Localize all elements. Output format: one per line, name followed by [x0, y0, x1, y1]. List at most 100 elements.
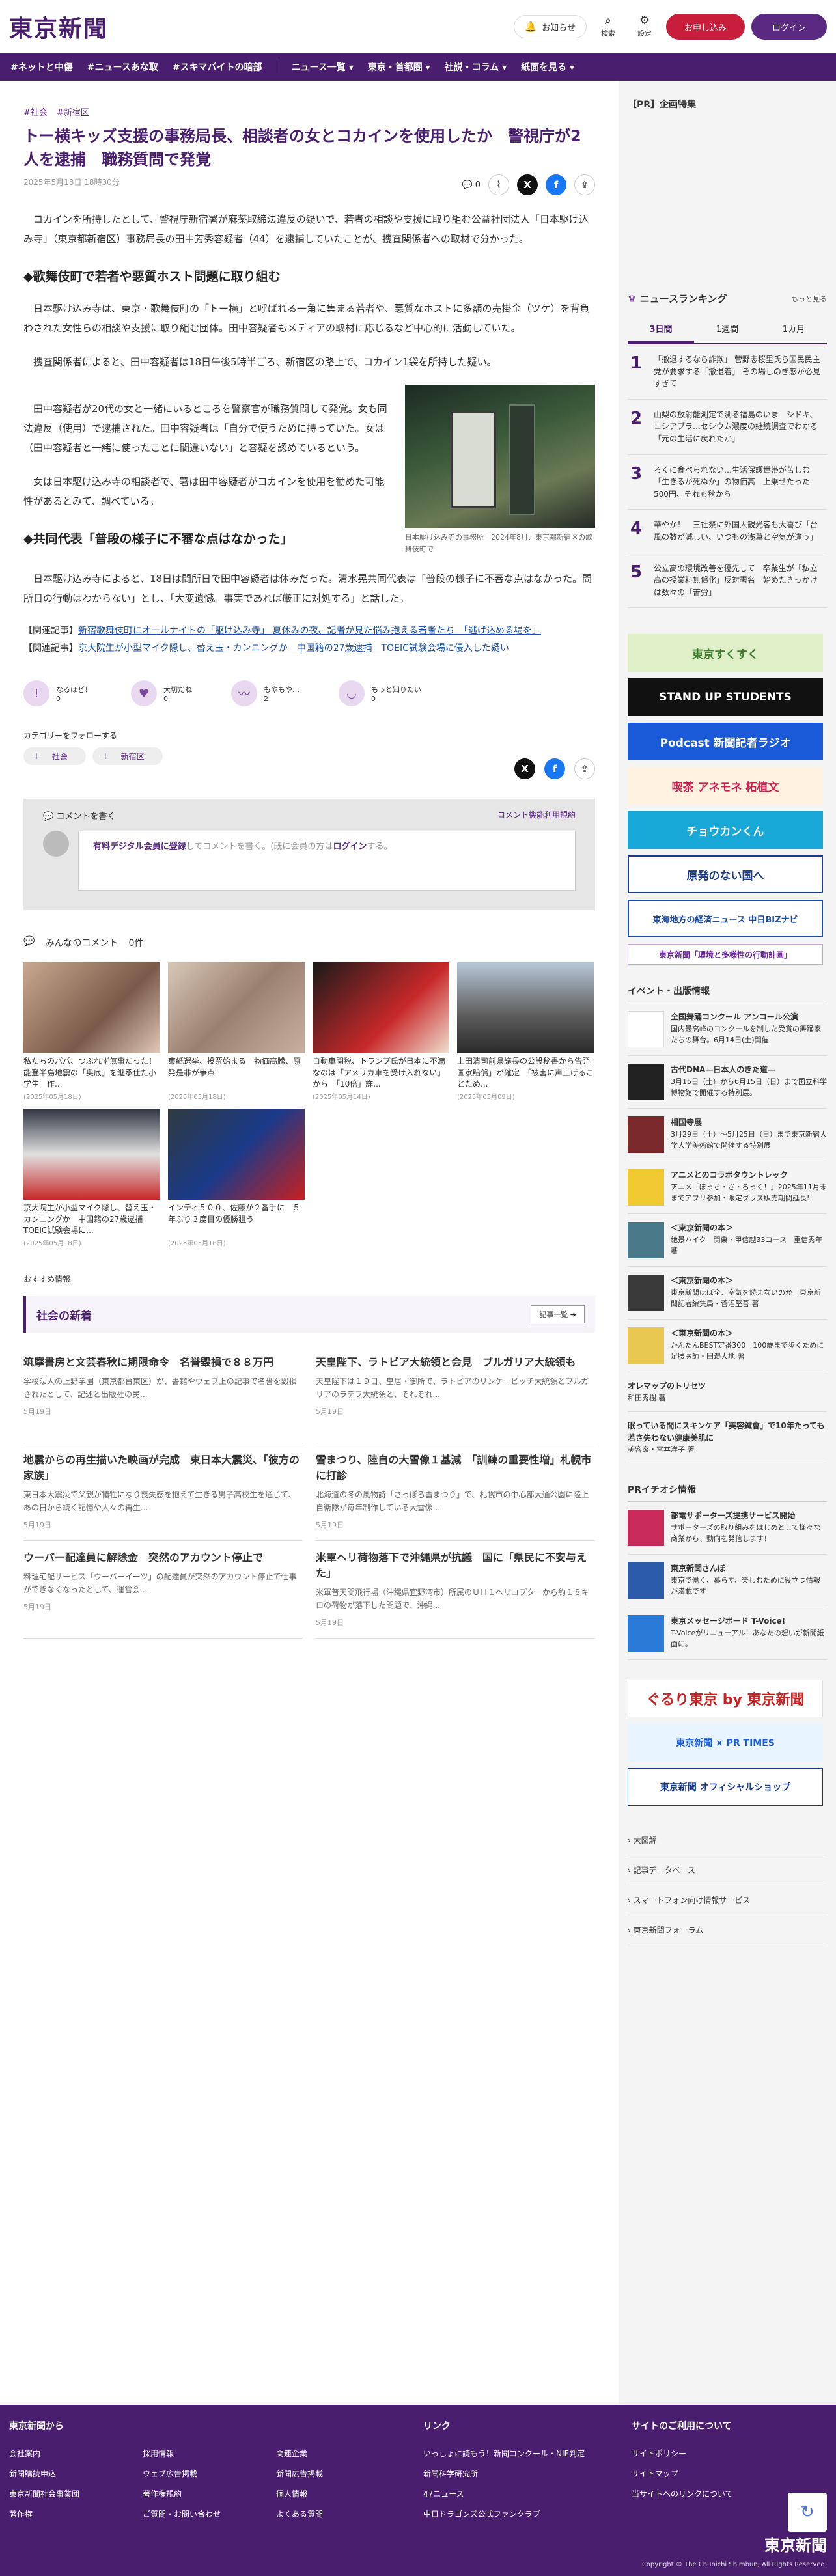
banner-stand-up-students[interactable]: STAND UP STUDENTS	[628, 678, 823, 717]
news-item[interactable]: 筑摩書房と文芸春秋に期限命令 名誉毀損で８８万円 学校法人の上野学園（東京都台東…	[23, 1346, 303, 1444]
event-item[interactable]: 眠っている間にスキンケア「美容鍼會」で10年たっても若さ失わない健康美肌に 美容家…	[628, 1412, 827, 1464]
footer-link[interactable]: 新聞科学研究所	[423, 2468, 632, 2479]
ranking-item[interactable]: 2 山梨の放射能測定で測る福島のいま シドキ、コシアブラ…セシウム濃度の継続調査で…	[628, 400, 827, 455]
thumbnail-card[interactable]: 自動車関税、トランプ氏が日本に不満なのは「アメリカ車を受け入れない」から 「10…	[313, 962, 449, 1101]
banner-podcast[interactable]: Podcast 新聞記者ラジオ	[628, 723, 823, 761]
sidebar-link[interactable]: › 大図解	[628, 1825, 827, 1856]
recaptcha-badge-icon[interactable]: ↻	[788, 2493, 827, 2532]
register-button[interactable]: お申し込み	[665, 14, 745, 40]
footer-link[interactable]: 著作権	[9, 2508, 143, 2519]
pr-info-item[interactable]: 東京新聞さんぽ 東京で働く、暮らす、楽しむために役立つ情報が満載です	[628, 1555, 827, 1608]
event-item[interactable]: ＜東京新聞の本＞ かんたんBEST定番300 100歳まで歩くために 足腰医師・田…	[628, 1320, 831, 1373]
share-icon[interactable]: ⇪	[574, 758, 595, 780]
search-button[interactable]: ⌕ 検索	[593, 15, 623, 38]
ranking-item[interactable]: 1 「撤退するなら詐欺」 菅野志桜里氏ら国民民主党が要求する「撤退着」 その場しの…	[628, 344, 827, 400]
banner-diversity[interactable]: 東京新聞「環境と多様性の行動計画」	[628, 944, 823, 965]
news-item[interactable]: 雪まつり、陸自の大雪像１基減 「訓練の重要性増」札幌市に打診 北海道の冬の風物詩…	[316, 1443, 595, 1542]
tab-3days[interactable]: 3日間	[628, 316, 694, 343]
login-link[interactable]: ログイン	[333, 842, 367, 852]
clip-icon[interactable]: ⌇	[488, 174, 509, 195]
footer-link[interactable]: サイトポリシー	[632, 2448, 827, 2459]
footer-link[interactable]: 個人情報	[276, 2488, 410, 2499]
nav-item[interactable]: ニュース一覧 ▾	[292, 61, 354, 74]
footer-link[interactable]: よくある質問	[276, 2508, 410, 2519]
pr-info-item[interactable]: 都電サポーターズ提携サービス開始 サポーターズの取り組みをはじめとして様々な商業か…	[628, 1502, 827, 1555]
news-item[interactable]: ウーバー配達員に解除金 突然のアカウント停止で 料理宅配サービス「ウーバーイーツ…	[23, 1541, 303, 1639]
article-photo[interactable]	[405, 385, 595, 528]
nav-item[interactable]: 東京・首都圏 ▾	[368, 61, 430, 74]
nav-item[interactable]: #スキマバイトの暗部	[173, 61, 262, 74]
reaction-button[interactable]: 〰 もやもや… 2	[231, 680, 300, 707]
banner-anemone[interactable]: 喫茶 アネモネ 柘植文	[628, 767, 823, 805]
footer-link[interactable]: ウェブ広告掲載	[143, 2468, 276, 2479]
x-share-icon[interactable]: X	[517, 174, 538, 195]
nav-item[interactable]: 紙面を見る ▾	[521, 61, 574, 74]
thumbnail-card[interactable]: 京大院生が小型マイク隠し、替え玉・カンニングか 中国籍の27歳逮捕 TOEIC試…	[23, 1109, 160, 1247]
comment-input[interactable]: 有料デジタル会員に登録してコメントを書く。(既に会員の方はログインする。	[78, 831, 576, 891]
facebook-share-icon[interactable]: f	[546, 174, 566, 195]
follow-tag[interactable]: ＋ 社会	[23, 747, 86, 766]
footer-link[interactable]: 47ニュース	[423, 2488, 632, 2499]
footer-link[interactable]: 採用情報	[143, 2448, 276, 2459]
reaction-button[interactable]: ♥ 大切だね 0	[131, 680, 192, 707]
footer-link[interactable]: 新聞購読申込	[9, 2468, 143, 2479]
thumbnail-card[interactable]: 私たちのパパ、つぶれず無事だった！ 能登半島地震の「奥底」を継承仕た小学生 作.…	[23, 962, 160, 1101]
notice-button[interactable]: 🔔 お知らせ	[513, 15, 587, 38]
ranking-more-link[interactable]: もっと見る	[791, 294, 827, 304]
footer-link[interactable]: いっしょに読もう！新聞コンクール・NIE判定	[423, 2448, 632, 2459]
thumbnail-card[interactable]: 東紙選挙、投票始まる 物価高騰、原発是非が争点 (2025年05月18日)	[168, 962, 305, 1101]
tab-1month[interactable]: 1カ月	[760, 316, 827, 343]
ranking-item[interactable]: 4 華やか！ 三社祭に外国人観光客も大喜び「台風の数が減しい、いつもの浅草と空気が…	[628, 510, 827, 553]
follow-tag[interactable]: ＋ 新宿区	[92, 747, 163, 766]
event-item[interactable]: アニメとのコラボタウントレック アニメ「ぼっち・ざ・ろっく！」2025年11月末ま…	[628, 1161, 827, 1215]
news-item[interactable]: 地震からの再生描いた映画が完成 東日本大震災、「彼方の家族」 東日本大震災で父親…	[23, 1443, 303, 1542]
footer-link[interactable]: サイトマップ	[632, 2468, 827, 2479]
thumbnail-card[interactable]: 上田清司前県議長の公設秘書から告発 国家賠償」が確定 「被害に声上げることため.…	[457, 962, 594, 1101]
reaction-button[interactable]: ! なるほど！ 0	[23, 680, 92, 707]
banner-biz-navi[interactable]: 東海地方の経済ニュース 中日BIZナビ	[628, 900, 823, 938]
nav-item[interactable]: #ニュースあな取	[87, 61, 158, 74]
site-logo[interactable]: 東京新聞	[9, 10, 108, 44]
comment-rules-link[interactable]: コメント機能利用規約	[497, 809, 576, 822]
event-item[interactable]: 相国寺展 3月29日（土）～5月25日（日）まで東京新宿大学大学美術館で開催する特…	[628, 1109, 827, 1162]
event-item[interactable]: ＜東京新聞の本＞ 東京新聞ほぼ全、空気を読まないのか 東京新聞記者編集局・菅沼堅吾…	[628, 1267, 827, 1320]
facebook-share-icon[interactable]: f	[544, 758, 565, 780]
banner-sukusuku[interactable]: 東京すくすく	[628, 634, 823, 672]
related-link[interactable]: 新宿歌舞伎町にオールナイトの「駆け込み寺」 夏休みの夜、記者が見た悩み抱える若者…	[78, 626, 541, 636]
event-item[interactable]: 全国舞踊コンクール アンコール公演 国内最高峰のコンクールを制した受賞の舞踊家たち…	[628, 1003, 827, 1057]
news-item[interactable]: 米軍ヘリ荷物落下で沖縄県が抗議 国に「県民に不安与えた」 米軍普天間飛行場（沖縄…	[316, 1541, 595, 1639]
footer-link[interactable]: 新聞広告掲載	[276, 2468, 410, 2479]
nav-item[interactable]: 社説・コラム ▾	[445, 61, 507, 74]
latest-news-more-button[interactable]: 記事一覧 ➔	[531, 1305, 585, 1324]
banner-official-shop[interactable]: 東京新聞 オフィシャルショップ	[628, 1768, 823, 1807]
event-item[interactable]: 古代DNA—日本人のきた道— 3月15日（土）から6月15日（日）まで国立科学博物…	[628, 1056, 827, 1109]
footer-link[interactable]: ご質問・お問い合わせ	[143, 2508, 276, 2519]
tag-link[interactable]: #社会	[23, 105, 48, 118]
login-button[interactable]: ログイン	[751, 14, 827, 40]
pr-info-item[interactable]: 東京メッセージボード T-Voice! T-Voiceがリニューアル！あなたの想い…	[628, 1607, 827, 1661]
footer-link[interactable]: 中日ドラゴンズ公式ファンクラブ	[423, 2508, 632, 2519]
event-item[interactable]: ＜東京新聞の本＞ 絶景ハイク 関東・甲信越33コース 重信秀年 著	[628, 1214, 827, 1267]
reaction-button[interactable]: ◡ もっと知りたい 0	[339, 680, 421, 707]
footer-link[interactable]: 会社案内	[9, 2448, 143, 2459]
footer-logo[interactable]: 東京新聞	[764, 2532, 827, 2555]
thumbnail-card[interactable]: インディ５００、佐藤が２番手に ５年ぶり３度目の優勝狙う (2025年05月18…	[168, 1109, 305, 1247]
nav-item[interactable]: #ネットと中傷	[10, 61, 73, 74]
share-icon[interactable]: ⇪	[574, 174, 595, 195]
sidebar-link[interactable]: › スマートフォン向け情報サービス	[628, 1885, 827, 1916]
banner-gururi-tokyo[interactable]: ぐるり東京 by 東京新聞	[628, 1680, 823, 1718]
settings-button[interactable]: ⚙ 設定	[630, 15, 660, 38]
footer-link[interactable]: 東京新聞社会事業団	[9, 2488, 143, 2499]
sidebar-link[interactable]: › 東京新聞フォーラム	[628, 1915, 827, 1946]
related-link[interactable]: 京大院生が小型マイク隠し、替え玉・カンニングか 中国籍の27歳逮捕 TOEIC試…	[78, 643, 509, 654]
banner-pr-times[interactable]: 東京新聞 × PR TIMES	[628, 1724, 823, 1762]
x-share-icon[interactable]: X	[514, 758, 535, 780]
banner-genpatsu[interactable]: 原発のない国へ	[628, 855, 823, 894]
banner-chokan[interactable]: チョウカンくん	[628, 811, 823, 850]
tab-1week[interactable]: 1週間	[694, 316, 760, 343]
tag-link[interactable]: #新宿区	[57, 105, 89, 118]
footer-link[interactable]: 著作権規約	[143, 2488, 276, 2499]
footer-link[interactable]: 関連企業	[276, 2448, 410, 2459]
sidebar-link[interactable]: › 記事データベース	[628, 1855, 827, 1886]
ranking-item[interactable]: 3 ろくに食べられない…生活保護世帯が苦しむ「生きるが死ぬか」の物価高 上乗せたっ…	[628, 455, 827, 510]
